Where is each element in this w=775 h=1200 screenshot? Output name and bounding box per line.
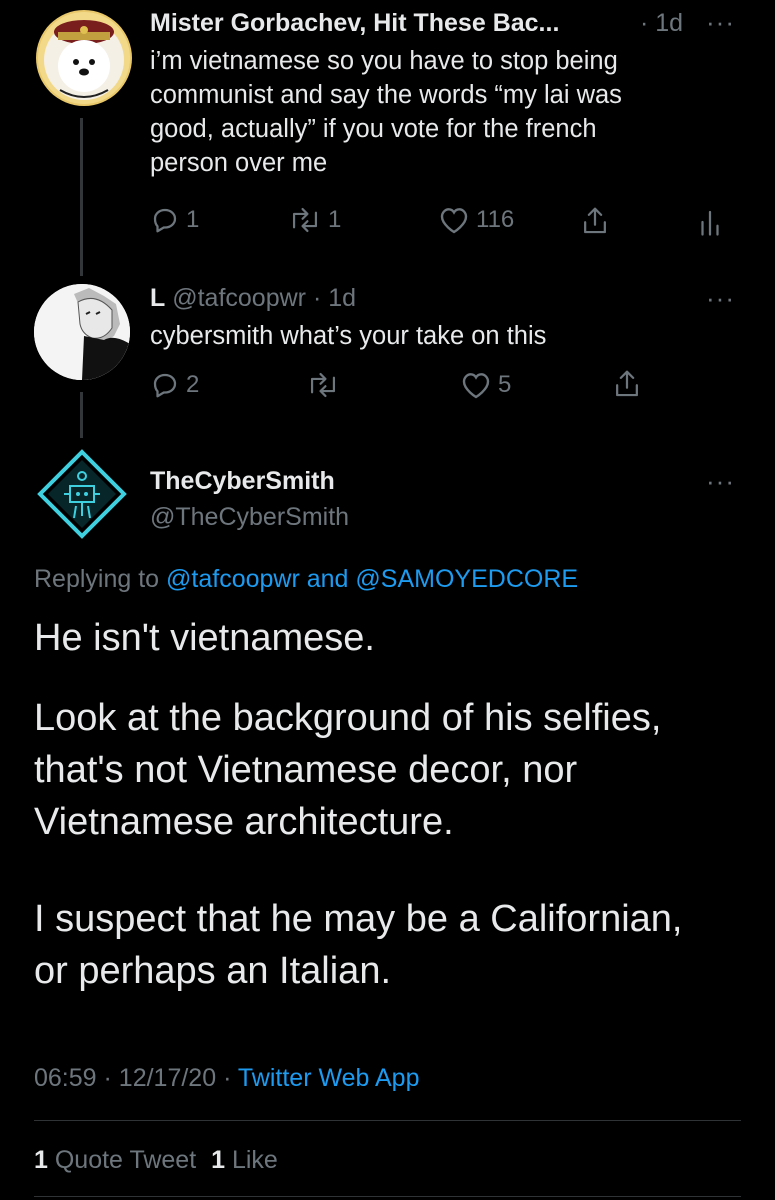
- like-label: Like: [231, 1146, 278, 1174]
- cyber-logo-avatar-icon: [34, 446, 130, 542]
- divider: [34, 1120, 741, 1121]
- share-icon: [616, 370, 638, 397]
- heart-icon: [440, 208, 468, 234]
- author-name[interactable]: L: [150, 284, 165, 312]
- tweet-text-line: good, actually” if you vote for the fren…: [150, 115, 597, 143]
- retweet-icon: [310, 372, 336, 398]
- retweet-button[interactable]: [306, 370, 340, 400]
- retweet-icon: [292, 207, 318, 233]
- tweet-text-line: or perhaps an Italian.: [34, 950, 392, 992]
- tweet-text-line: that's not Vietnamese decor, nor: [34, 749, 578, 791]
- replying-prefix: Replying to: [34, 565, 160, 593]
- tweet-text-line: Vietnamese architecture.: [34, 801, 454, 843]
- tweet-timestamp[interactable]: 06:59: [34, 1064, 97, 1092]
- tweet-text: i’m vietnamese so you have to stop being…: [150, 44, 622, 180]
- like-button[interactable]: 5: [460, 370, 511, 400]
- tweet-meta: 06:59 · 12/17/20 · Twitter Web App: [34, 1062, 419, 1094]
- reply-button[interactable]: 1: [150, 205, 199, 235]
- separator-dot: ·: [312, 284, 322, 312]
- author-name[interactable]: Mister Gorbachev, Hit These Bac...: [150, 8, 559, 38]
- tweet-text-line: person over me: [150, 149, 328, 177]
- quote-count: 1: [34, 1146, 48, 1174]
- reply-icon: [153, 373, 177, 398]
- avatar-l[interactable]: [34, 284, 130, 380]
- tweet-text-line: I suspect that he may be a Californian,: [34, 898, 683, 940]
- reply-count: 1: [186, 206, 200, 233]
- share-icon: [584, 207, 606, 234]
- analytics-icon: [701, 210, 719, 236]
- share-button[interactable]: [580, 205, 610, 237]
- quote-tweets-link[interactable]: 1 Quote Tweet: [34, 1146, 203, 1174]
- mention-link[interactable]: @SAMOYEDCORE: [355, 565, 578, 593]
- avatar-mister-gorbachev[interactable]: [36, 10, 132, 106]
- author-handle[interactable]: @TheCyberSmith: [150, 502, 349, 532]
- tweet-paragraph-1: He isn't vietnamese.: [34, 617, 375, 659]
- replying-and[interactable]: and: [307, 565, 349, 593]
- tweet-text: cybersmith what’s your take on this: [150, 322, 547, 350]
- tweet-time[interactable]: 1d: [655, 9, 683, 37]
- reply-count: 2: [186, 371, 200, 398]
- tweet-source-link[interactable]: Twitter Web App: [238, 1064, 420, 1092]
- likes-link[interactable]: 1 Like: [211, 1146, 278, 1174]
- quote-label: Quote Tweet: [54, 1146, 197, 1174]
- more-icon[interactable]: ···: [706, 468, 735, 494]
- tweet-time[interactable]: 1d: [328, 284, 356, 312]
- like-count: 116: [476, 206, 515, 233]
- separator-dot: ·: [103, 1064, 112, 1092]
- tweet-paragraph-2: Look at the background of his selfies, t…: [34, 692, 661, 848]
- thread-line-1: [80, 118, 83, 276]
- heart-icon: [462, 373, 490, 399]
- analytics-button[interactable]: [698, 207, 722, 237]
- divider: [34, 1196, 741, 1197]
- samoyed-avatar-icon: [38, 12, 130, 104]
- retweet-button[interactable]: 1: [288, 205, 341, 235]
- more-icon[interactable]: ···: [706, 285, 735, 311]
- like-count: 1: [211, 1146, 226, 1174]
- portrait-avatar-icon: [34, 284, 130, 380]
- replying-to: Replying to @tafcoopwr and @SAMOYEDCORE: [34, 563, 578, 595]
- separator-dot: ·: [223, 1064, 232, 1092]
- author-handle[interactable]: @tafcoopwr: [172, 284, 306, 312]
- tweet-text-line: i’m vietnamese so you have to stop being: [150, 47, 618, 75]
- author-name[interactable]: TheCyberSmith: [150, 466, 335, 496]
- more-icon[interactable]: ···: [706, 9, 735, 35]
- reply-icon: [153, 208, 177, 233]
- reply-button[interactable]: 2: [150, 370, 199, 400]
- mention-link[interactable]: @tafcoopwr: [166, 565, 300, 593]
- retweet-count: 1: [328, 206, 342, 233]
- tweet-text-line: communist and say the words “my lai was: [150, 81, 622, 109]
- engagement-stats: 1 Quote Tweet 1 Like: [34, 1144, 278, 1176]
- separator-dot: ·: [640, 9, 649, 37]
- tweet-date[interactable]: 12/17/20: [119, 1064, 216, 1092]
- like-button[interactable]: 116: [438, 205, 514, 235]
- tweet-paragraph-3: I suspect that he may be a Californian, …: [34, 893, 682, 997]
- avatar-thecybersmith[interactable]: [34, 446, 130, 542]
- tweet-text-line: Look at the background of his selfies,: [34, 697, 662, 739]
- like-count: 5: [498, 371, 512, 398]
- share-button[interactable]: [612, 368, 642, 400]
- thread-line-2: [80, 392, 83, 438]
